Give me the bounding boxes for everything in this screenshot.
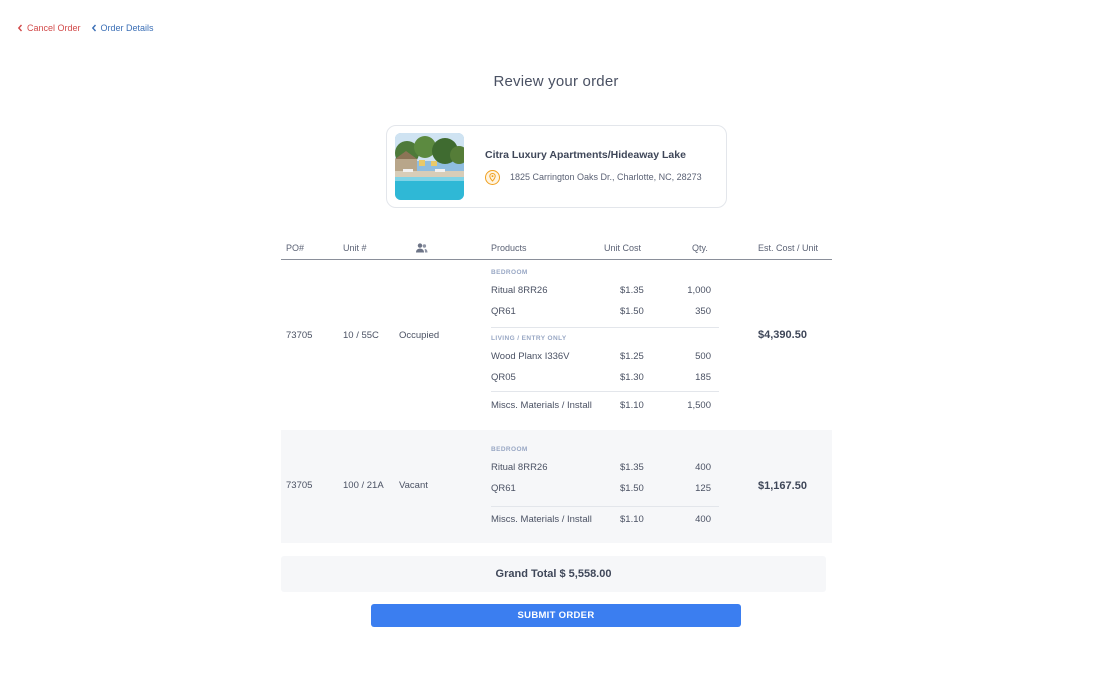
product-qty: 1,000 bbox=[687, 285, 711, 296]
product-unit-cost: $1.10 bbox=[620, 400, 644, 411]
row-unit: 10 / 55C bbox=[343, 330, 379, 341]
grand-total: Grand Total $ 5,558.00 bbox=[281, 556, 826, 592]
table-row: 73705 10 / 55C Occupied BEDROOM Ritual 8… bbox=[281, 260, 832, 430]
product-name: Miscs. Materials / Install bbox=[491, 400, 592, 411]
cancel-order-link[interactable]: Cancel Order bbox=[17, 23, 81, 33]
breadcrumb: Cancel Order Order Details bbox=[17, 23, 154, 33]
list-item: Ritual 8RR26 $1.35 1,000 bbox=[491, 280, 719, 301]
product-qty: 125 bbox=[695, 483, 711, 494]
row-status: Occupied bbox=[399, 330, 440, 341]
header-products: Products bbox=[491, 243, 527, 253]
people-icon bbox=[415, 243, 428, 255]
list-item: Miscs. Materials / Install $1.10 1,500 bbox=[491, 395, 719, 416]
header-est-cost: Est. Cost / Unit bbox=[758, 243, 819, 253]
property-address: 1825 Carrington Oaks Dr., Charlotte, NC,… bbox=[510, 172, 702, 182]
row-unit: 100 / 21A bbox=[343, 480, 384, 491]
row-po: 73705 bbox=[286, 330, 313, 341]
product-name: QR61 bbox=[491, 483, 516, 494]
row-est-cost: $4,390.50 bbox=[758, 329, 807, 341]
list-item: QR61 $1.50 125 bbox=[491, 478, 719, 499]
list-item: Miscs. Materials / Install $1.10 400 bbox=[491, 509, 719, 530]
product-unit-cost: $1.35 bbox=[620, 285, 644, 296]
misc-line: Miscs. Materials / Install $1.10 400 bbox=[491, 506, 719, 530]
table-row: 73705 100 / 21A Vacant BEDROOM Ritual 8R… bbox=[281, 430, 832, 543]
group-label: BEDROOM bbox=[491, 446, 528, 453]
product-name: QR61 bbox=[491, 306, 516, 317]
property-card: Citra Luxury Apartments/Hideaway Lake 18… bbox=[386, 125, 727, 208]
property-photo bbox=[395, 133, 464, 200]
order-table: PO# Unit # Products Unit Cost Qty. Est. … bbox=[281, 236, 832, 543]
row-po: 73705 bbox=[286, 480, 313, 491]
product-qty: 400 bbox=[695, 462, 711, 473]
list-item: Ritual 8RR26 $1.35 400 bbox=[491, 457, 719, 478]
product-qty: 400 bbox=[695, 514, 711, 525]
product-unit-cost: $1.50 bbox=[620, 306, 644, 317]
order-details-link[interactable]: Order Details bbox=[91, 23, 154, 33]
group-label: LIVING / ENTRY ONLY bbox=[491, 335, 567, 342]
header-unit-cost: Unit Cost bbox=[604, 243, 642, 253]
product-unit-cost: $1.50 bbox=[620, 483, 644, 494]
chevron-left-icon bbox=[91, 24, 96, 32]
misc-line: Miscs. Materials / Install $1.10 1,500 bbox=[491, 391, 719, 416]
product-qty: 500 bbox=[695, 351, 711, 362]
product-name: Miscs. Materials / Install bbox=[491, 514, 592, 525]
product-name: Ritual 8RR26 bbox=[491, 285, 548, 296]
group-label: BEDROOM bbox=[491, 269, 528, 276]
product-qty: 185 bbox=[695, 372, 711, 383]
row-status: Vacant bbox=[399, 480, 428, 491]
product-group-living: LIVING / ENTRY ONLY Wood Planx I336V $1.… bbox=[491, 327, 719, 388]
product-unit-cost: $1.10 bbox=[620, 514, 644, 525]
page-title: Review your order bbox=[493, 73, 619, 90]
list-item: QR05 $1.30 185 bbox=[491, 367, 719, 388]
list-item: QR61 $1.50 350 bbox=[491, 301, 719, 322]
location-pin-icon bbox=[485, 169, 500, 185]
product-unit-cost: $1.25 bbox=[620, 351, 644, 362]
header-qty: Qty. bbox=[692, 243, 708, 253]
product-name: Ritual 8RR26 bbox=[491, 462, 548, 473]
chevron-left-icon bbox=[17, 24, 23, 32]
product-qty: 1,500 bbox=[687, 400, 711, 411]
row-est-cost: $1,167.50 bbox=[758, 480, 807, 492]
list-item: Wood Planx I336V $1.25 500 bbox=[491, 346, 719, 367]
product-qty: 350 bbox=[695, 306, 711, 317]
header-po: PO# bbox=[286, 243, 305, 253]
product-unit-cost: $1.35 bbox=[620, 462, 644, 473]
product-name: QR05 bbox=[491, 372, 516, 383]
product-group-bedroom: BEDROOM Ritual 8RR26 $1.35 1,000 QR61 $1… bbox=[491, 269, 719, 322]
submit-order-button[interactable]: SUBMIT ORDER bbox=[371, 604, 741, 627]
property-name: Citra Luxury Apartments/Hideaway Lake bbox=[485, 148, 686, 161]
cancel-order-label: Cancel Order bbox=[27, 23, 81, 33]
product-group-bedroom: BEDROOM Ritual 8RR26 $1.35 400 QR61 $1.5… bbox=[491, 446, 719, 499]
product-unit-cost: $1.30 bbox=[620, 372, 644, 383]
order-details-label: Order Details bbox=[100, 23, 154, 33]
header-unit: Unit # bbox=[343, 243, 367, 253]
product-name: Wood Planx I336V bbox=[491, 351, 570, 362]
table-header: PO# Unit # Products Unit Cost Qty. Est. … bbox=[281, 236, 832, 260]
